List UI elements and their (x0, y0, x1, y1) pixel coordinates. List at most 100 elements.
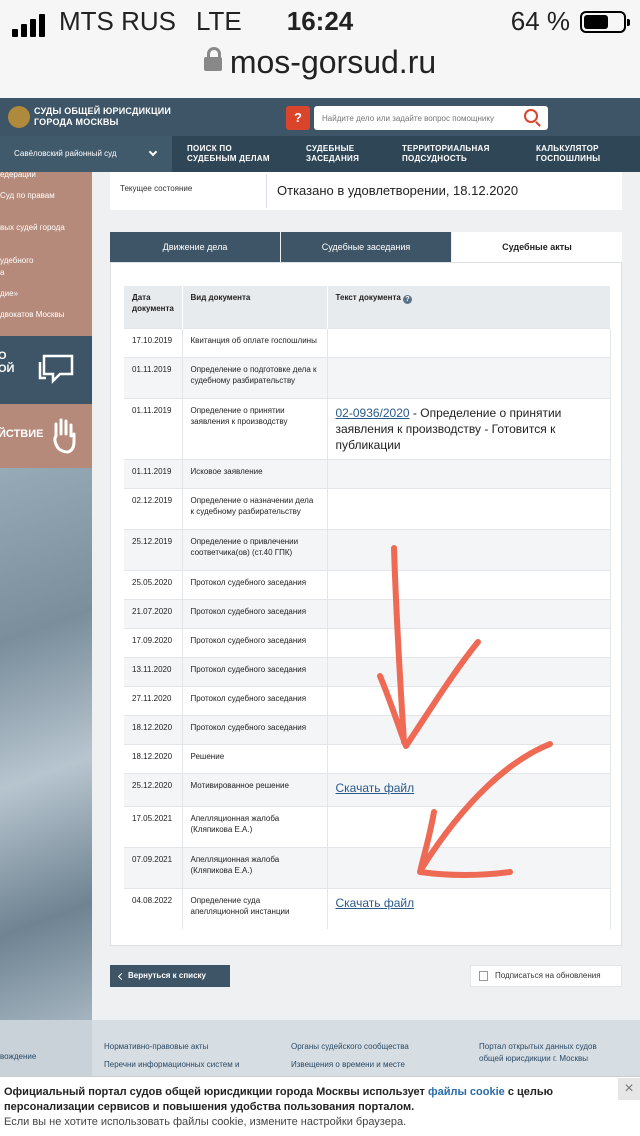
row-text (327, 356, 611, 398)
nav-case-search[interactable]: ПОИСК ПО СУДЕБНЫМ ДЕЛАМ (187, 144, 270, 164)
table-row: 25.05.2020 Протокол судебного заседания (124, 569, 611, 599)
sidebar-link[interactable]: вых судей города (0, 223, 65, 233)
emblem-icon (8, 106, 30, 128)
sidebar-link[interactable]: Суд по правам (0, 191, 55, 201)
footer-link[interactable]: Органы судейского сообщества (291, 1042, 409, 1052)
row-type: Определение суда апелляционной инстанции (182, 887, 328, 929)
back-to-list-button[interactable]: Вернуться к списку (110, 965, 230, 987)
sidebar-link[interactable]: двокатов Москвы (0, 310, 64, 320)
footer-link[interactable]: Перечни информационных систем и (104, 1060, 239, 1070)
row-date: 13.11.2020 (124, 656, 183, 686)
table-row: 17.10.2019 Квитанция об оплате госпошлины (124, 327, 611, 357)
row-date: 17.05.2021 (124, 805, 183, 847)
battery-icon (580, 10, 630, 33)
footer-link[interactable]: Извещения о времени и месте (291, 1060, 405, 1070)
sidebar-link[interactable]: дие» (0, 289, 18, 299)
case-state-label: Текущее состояние (120, 184, 193, 193)
row-text (327, 327, 611, 357)
row-date: 01.11.2019 (124, 397, 183, 459)
lock-icon (203, 47, 222, 71)
case-state-value: Отказано в удовлетворении, 18.12.2020 (266, 174, 622, 208)
table-row: 01.11.2019 Исковое заявление (124, 458, 611, 488)
table-row: 17.09.2020 Протокол судебного заседания (124, 627, 611, 657)
court-select[interactable]: Савёловский районный суд (0, 136, 172, 172)
battery-percent: 64 % (510, 6, 570, 36)
row-type: Определение о подготовке дела к судебном… (182, 356, 328, 398)
footer-link[interactable]: общей юрисдикции г. Москвы (479, 1054, 588, 1064)
table-row: 01.11.2019 Определение о подготовке дела … (124, 356, 611, 398)
row-date: 07.09.2021 (124, 846, 183, 888)
row-text (327, 598, 611, 628)
search-input[interactable] (314, 106, 548, 130)
row-text (327, 743, 611, 773)
status-bar: MTS RUS LTE 16:24 64 % (0, 0, 640, 40)
footer: вождение Нормативно-правовые акты Перечн… (0, 1020, 640, 1076)
sidebar-feedback-block[interactable]: О ОЙ (0, 336, 92, 404)
row-date: 17.09.2020 (124, 627, 183, 657)
tab-hearings[interactable]: Судебные заседания (281, 232, 451, 262)
table-row: 01.11.2019 Определение о принятии заявлен… (124, 397, 611, 459)
row-type: Определение о привлечении соответчика(ов… (182, 528, 328, 570)
table-row: 13.11.2020 Протокол судебного заседания (124, 656, 611, 686)
sidebar-action-block[interactable]: ЙСТВИЕ (0, 404, 92, 468)
table-row: 02.12.2019 Определение о назначении дела … (124, 487, 611, 529)
table-row: 25.12.2020 Мотивированное решение Скачать … (124, 772, 611, 806)
footer-link[interactable]: Портал открытых данных судов (479, 1042, 597, 1052)
row-date: 27.11.2020 (124, 685, 183, 715)
help-icon[interactable]: ? (403, 295, 413, 304)
close-icon[interactable]: × (618, 1078, 640, 1100)
background-photo (0, 468, 92, 1020)
case-document-link[interactable]: 02-0936/2020 (336, 406, 410, 420)
footer-link[interactable]: Нормативно-правовые акты (104, 1042, 208, 1052)
table-row: 18.12.2020 Решение (124, 743, 611, 773)
sidebar-link[interactable]: а (0, 268, 4, 278)
chevron-down-icon (148, 147, 158, 157)
site-title[interactable]: СУДЫ ОБЩЕЙ ЮРИСДИКЦИИ ГОРОДА МОСКВЫ (34, 106, 171, 128)
download-file-link[interactable]: Скачать файл (336, 781, 415, 795)
row-type: Апелляционная жалоба (Кляпикова Е.А.) (182, 805, 328, 847)
row-type: Протокол судебного заседания (182, 714, 328, 744)
document-icon (479, 971, 488, 981)
hand-icon (53, 418, 76, 454)
row-date: 25.12.2019 (124, 528, 183, 570)
cookie-link[interactable]: файлы cookie (428, 1086, 505, 1098)
case-tabs: Движение дела Судебные заседания Судебны… (110, 232, 622, 262)
row-type: Протокол судебного заседания (182, 656, 328, 686)
footer-left: вождение (0, 1020, 92, 1076)
col-header-date: Дата документа (124, 286, 183, 328)
row-text (327, 528, 611, 570)
nav-fee-calculator[interactable]: КАЛЬКУЛЯТОР ГОСПОШЛИНЫ (536, 144, 600, 164)
cookie-banner: Официальный портал судов общей юрисдикци… (0, 1076, 640, 1136)
address-bar[interactable]: mos-gorsud.ru (0, 40, 640, 98)
tab-court-acts[interactable]: Судебные акты (452, 232, 622, 262)
assistant-button[interactable]: ? (286, 106, 310, 130)
chat-icon (38, 354, 74, 385)
url-text: mos-gorsud.ru (229, 44, 437, 80)
row-text (327, 714, 611, 744)
search-icon[interactable] (524, 109, 538, 123)
sidebar-link[interactable]: удебного (0, 256, 33, 266)
nav-hearings[interactable]: СУДЕБНЫЕ ЗАСЕДАНИЯ (306, 144, 359, 164)
download-file-link[interactable]: Скачать файл (336, 896, 415, 910)
col-header-type: Вид документа (182, 286, 328, 328)
col-header-text: Текст документа ? (327, 286, 611, 328)
row-date: 02.12.2019 (124, 487, 183, 529)
row-type: Мотивированное решение (182, 772, 328, 806)
tab-case-movement[interactable]: Движение дела (110, 232, 280, 262)
row-type: Определение о назначении дела к судебном… (182, 487, 328, 529)
row-type: Решение (182, 743, 328, 773)
nav-jurisdiction[interactable]: ТЕРРИТОРИАЛЬНАЯ ПОДСУДНОСТЬ (402, 144, 490, 164)
row-date: 18.12.2020 (124, 714, 183, 744)
main-nav: Савёловский районный суд ПОИСК ПО СУДЕБНЫ… (0, 136, 640, 172)
row-text (327, 458, 611, 488)
row-date: 01.11.2019 (124, 356, 183, 398)
row-type: Исковое заявление (182, 458, 328, 488)
sidebar-link[interactable]: едерации (0, 172, 36, 180)
row-type: Квитанция об оплате госпошлины (182, 327, 328, 357)
subscribe-button[interactable]: Подписаться на обновления (470, 965, 622, 987)
row-type: Протокол судебного заседания (182, 569, 328, 599)
table-header-row: Дата документа Вид документа Текст докуме… (124, 286, 611, 328)
row-text: 02-0936/2020 - Определение о принятии за… (327, 397, 611, 459)
row-date: 21.07.2020 (124, 598, 183, 628)
table-row: 25.12.2019 Определение о привлечении соот… (124, 528, 611, 570)
